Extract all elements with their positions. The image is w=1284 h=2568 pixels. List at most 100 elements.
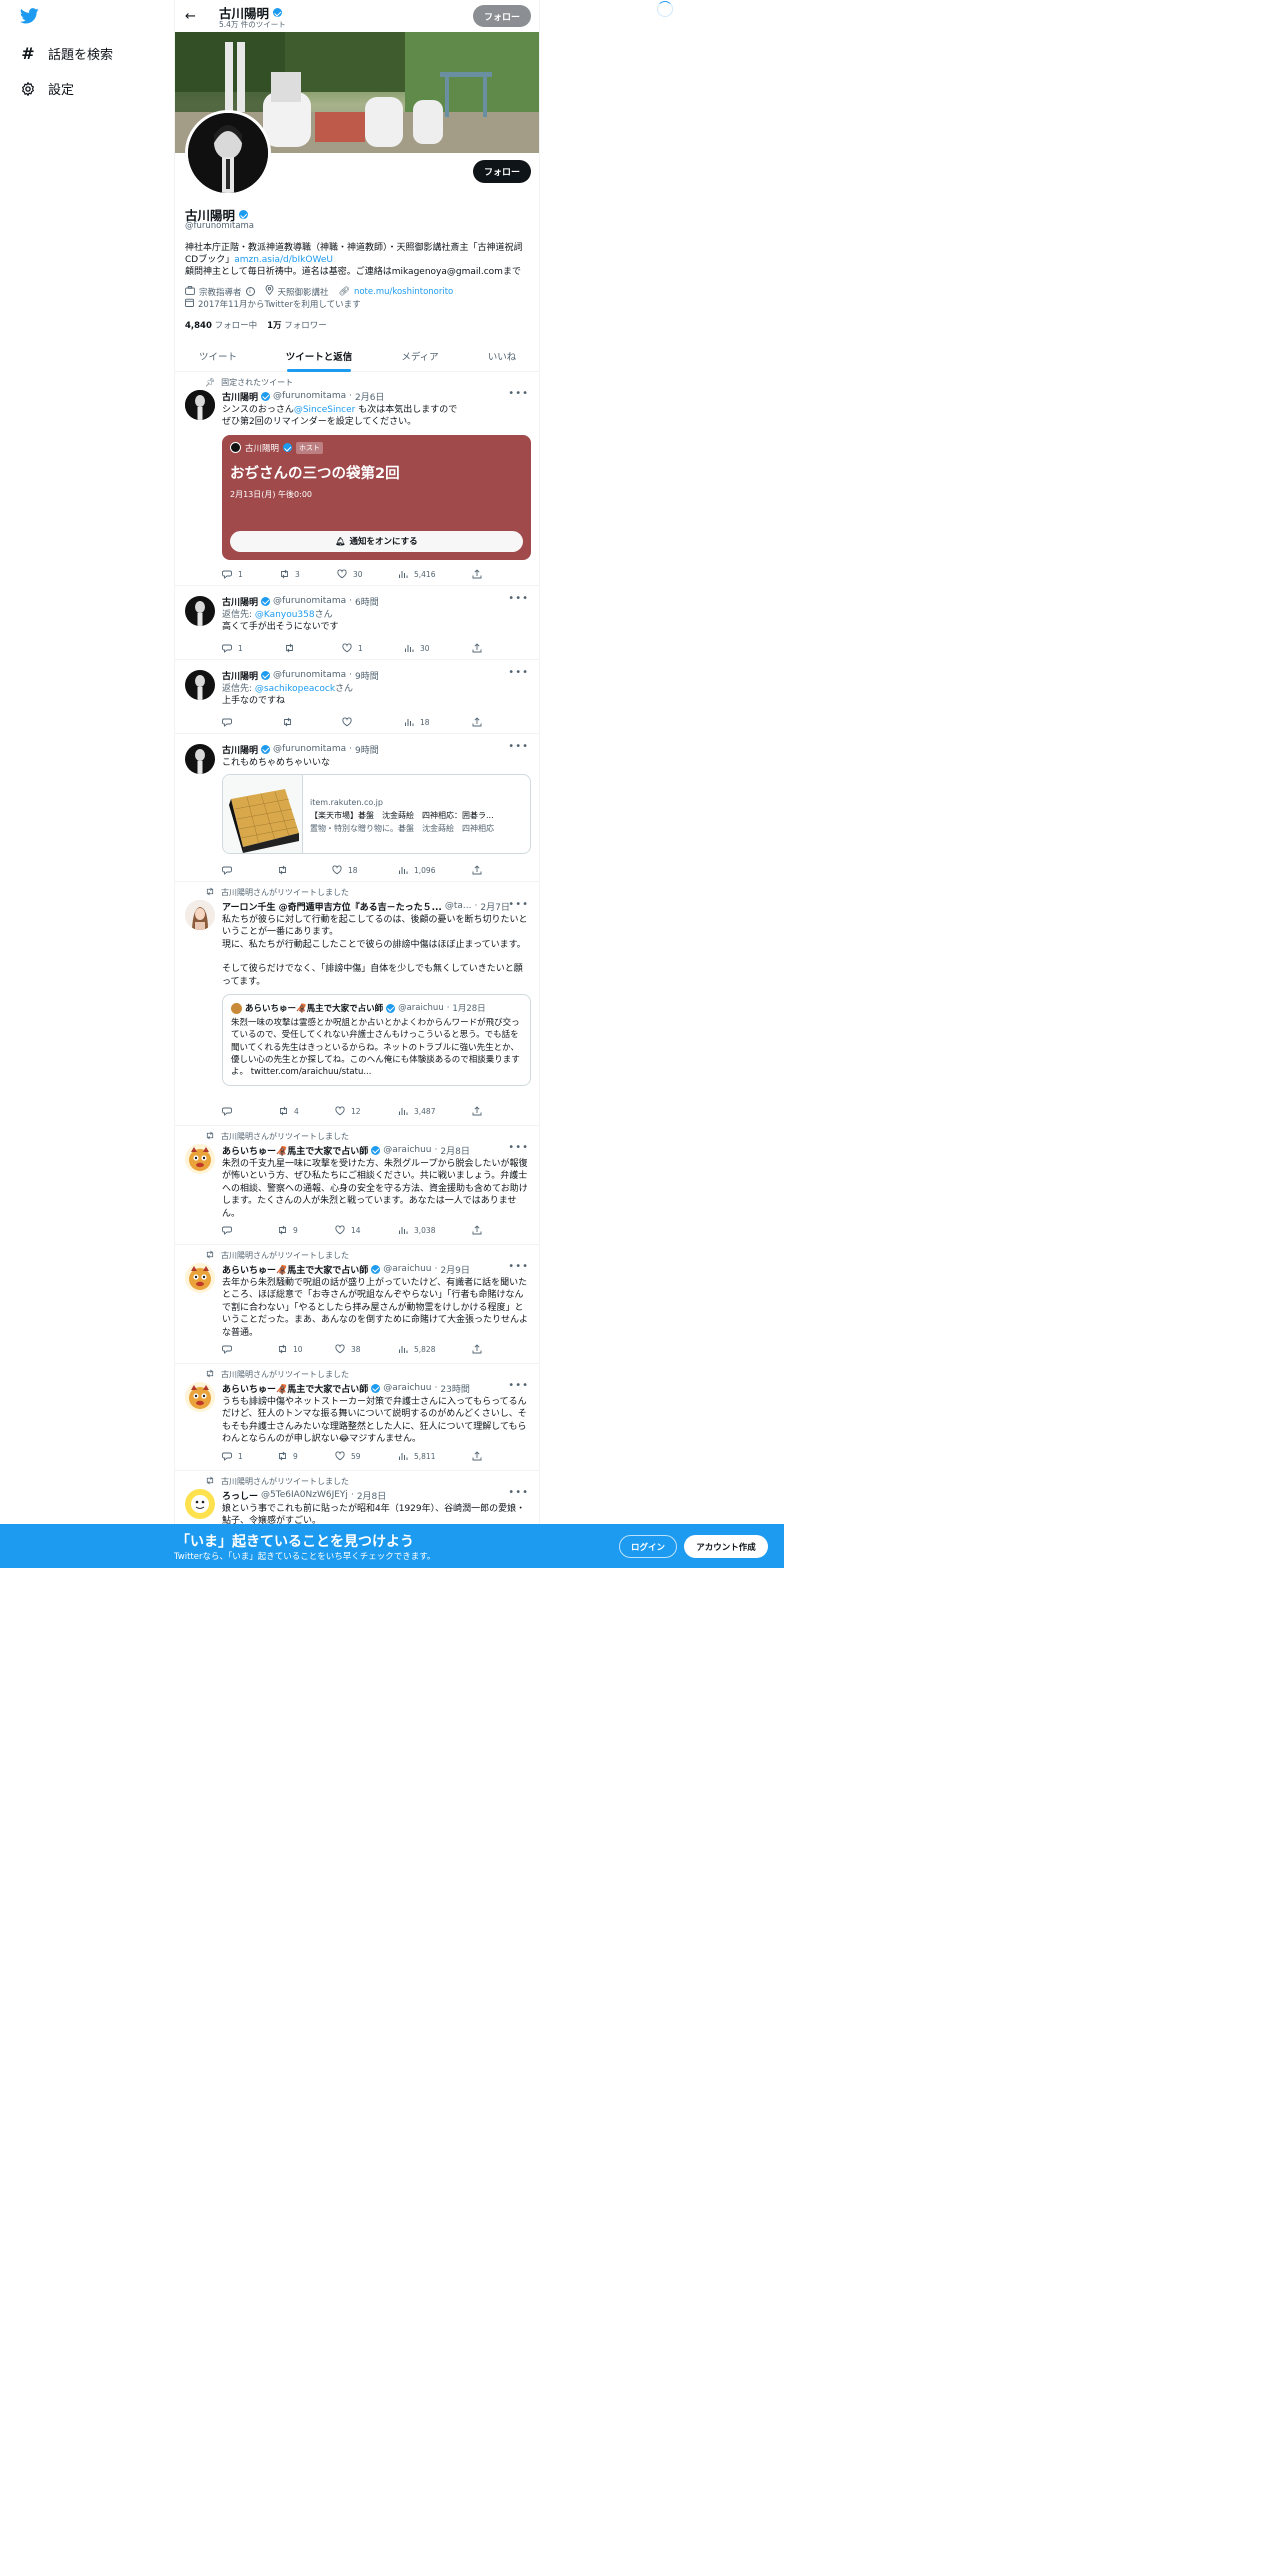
reply-button[interactable] bbox=[222, 717, 238, 727]
author-name[interactable]: 古川陽明 bbox=[222, 743, 258, 756]
author-name[interactable]: あらいちゅー🦧馬主で大家で占い師 bbox=[222, 1144, 368, 1157]
profile-avatar[interactable] bbox=[185, 110, 271, 196]
retweet-button[interactable]: 10 bbox=[277, 1344, 303, 1354]
avatar[interactable] bbox=[185, 900, 215, 930]
spaces-card[interactable]: 古川陽明 ホスト おぢさんの三つの袋第2回 2月13日(月) 午後0:00 🔔︎… bbox=[222, 434, 531, 560]
retweet-button[interactable] bbox=[282, 717, 298, 727]
more-options-icon[interactable]: ••• bbox=[508, 741, 529, 752]
author-handle[interactable]: @araichuu bbox=[383, 1264, 431, 1274]
tweet-time[interactable]: 2月8日 bbox=[357, 1489, 386, 1502]
tweet-time[interactable]: 2月8日 bbox=[440, 1144, 469, 1157]
author-name[interactable]: 古川陽明 bbox=[222, 390, 258, 403]
notify-button[interactable]: 🔔︎ 通知をオンにする bbox=[230, 530, 523, 552]
author-name[interactable]: 古川陽明 bbox=[222, 669, 258, 682]
tweet-retweet[interactable]: 古川陽明さんがリツイートしました あらいちゅー🦧馬主で大家で占い師 @araic… bbox=[175, 1364, 539, 1471]
author-handle[interactable]: @araichuu bbox=[383, 1145, 431, 1155]
tweet-time[interactable]: 9時間 bbox=[355, 669, 379, 682]
author-handle[interactable]: @furunomitama bbox=[273, 744, 346, 754]
author-name[interactable]: アーロン千生 @奇門遁甲吉方位『ある吉－たった５... bbox=[222, 900, 442, 913]
like-button[interactable] bbox=[342, 717, 358, 727]
author-name[interactable]: 古川陽明 bbox=[222, 595, 258, 608]
reply-button[interactable] bbox=[222, 865, 238, 875]
more-options-icon[interactable]: ••• bbox=[508, 1380, 529, 1391]
author-name[interactable]: あらいちゅー🦧馬主で大家で占い師 bbox=[222, 1263, 368, 1276]
quote-tweet[interactable]: あらいちゅー🦧馬主で大家で占い師 @araichuu · 1月28日 朱烈一味の… bbox=[222, 994, 531, 1087]
avatar[interactable] bbox=[185, 390, 215, 420]
reply-button[interactable] bbox=[222, 1344, 238, 1354]
share-button[interactable] bbox=[472, 1106, 482, 1116]
avatar[interactable] bbox=[185, 1144, 215, 1174]
quote-author-name[interactable]: あらいちゅー🦧馬主で大家で占い師 bbox=[245, 1002, 383, 1014]
signup-button[interactable]: アカウント作成 bbox=[684, 1535, 768, 1558]
views-button[interactable]: 1,096 bbox=[398, 865, 435, 875]
views-button[interactable]: 3,487 bbox=[398, 1106, 435, 1116]
share-button[interactable] bbox=[472, 1451, 482, 1461]
more-options-icon[interactable]: ••• bbox=[508, 1261, 529, 1272]
avatar[interactable] bbox=[185, 1489, 215, 1519]
nav-settings[interactable]: 設定 bbox=[20, 79, 74, 98]
reply-button[interactable]: 1 bbox=[222, 569, 243, 579]
more-options-icon[interactable]: ••• bbox=[508, 667, 529, 678]
tweet-time[interactable]: 23時間 bbox=[440, 1382, 469, 1395]
more-options-icon[interactable]: ••• bbox=[508, 899, 529, 910]
tweet[interactable]: 古川陽明 @furunomitama · 9時間 これもめちゃめちゃいいな it… bbox=[175, 734, 539, 882]
share-button[interactable] bbox=[472, 717, 482, 727]
author-handle[interactable]: @furunomitama bbox=[273, 391, 346, 401]
tweet[interactable]: 古川陽明 @furunomitama · 6時間 返信先: @Kanyou358… bbox=[175, 586, 539, 660]
tab-tweets[interactable]: ツイート bbox=[175, 340, 261, 372]
tab-media[interactable]: メディア bbox=[377, 340, 463, 372]
more-options-icon[interactable]: ••• bbox=[508, 1142, 529, 1153]
avatar[interactable] bbox=[185, 744, 215, 774]
like-button[interactable]: 38 bbox=[335, 1344, 361, 1354]
retweet-button[interactable]: 9 bbox=[277, 1225, 298, 1235]
like-button[interactable]: 18 bbox=[332, 865, 358, 875]
tweet-retweet[interactable]: 古川陽明さんがリツイートしました あらいちゅー🦧馬主で大家で占い師 @araic… bbox=[175, 1245, 539, 1364]
tweet-time[interactable]: 9時間 bbox=[355, 743, 379, 756]
back-arrow-icon[interactable]: ← bbox=[185, 9, 196, 24]
retweet-button[interactable]: 4 bbox=[278, 1106, 299, 1116]
tweet-time[interactable]: 6時間 bbox=[355, 595, 379, 608]
author-handle[interactable]: @furunomitama bbox=[273, 670, 346, 680]
retweet-button[interactable]: 9 bbox=[277, 1451, 298, 1461]
tweet[interactable]: 古川陽明 @furunomitama · 9時間 返信先: @sachikope… bbox=[175, 660, 539, 734]
reply-button[interactable] bbox=[222, 1106, 238, 1116]
share-button[interactable] bbox=[472, 569, 482, 579]
views-button[interactable]: 5,828 bbox=[398, 1344, 435, 1354]
views-button[interactable]: 5,416 bbox=[398, 569, 435, 579]
tweet-pinned[interactable]: 📌︎ 固定されたツイート 古川陽明 @furunomitama · 2月6日 シ… bbox=[175, 372, 539, 586]
reply-button[interactable]: 1 bbox=[222, 643, 243, 653]
tweet-time[interactable]: 2月6日 bbox=[355, 390, 384, 403]
avatar[interactable] bbox=[185, 670, 215, 700]
like-button[interactable]: 14 bbox=[335, 1225, 361, 1235]
like-button[interactable]: 12 bbox=[335, 1106, 361, 1116]
tab-tweets-and-replies[interactable]: ツイートと返信 bbox=[261, 340, 377, 372]
views-button[interactable]: 18 bbox=[404, 717, 430, 727]
followers-stat[interactable]: 1万 フォロワー bbox=[267, 319, 327, 331]
header-follow-button[interactable]: フォロー bbox=[473, 5, 531, 27]
follow-button[interactable]: フォロー bbox=[473, 160, 531, 183]
like-button[interactable]: 1 bbox=[342, 643, 363, 653]
views-button[interactable]: 5,811 bbox=[398, 1451, 435, 1461]
reply-to-link[interactable]: @sachikopeacock bbox=[255, 684, 335, 694]
mention-link[interactable]: @SinceSincer bbox=[294, 405, 356, 415]
retweet-button[interactable]: 3 bbox=[279, 569, 300, 579]
avatar[interactable] bbox=[185, 596, 215, 626]
reply-button[interactable]: 1 bbox=[222, 1451, 243, 1461]
like-button[interactable]: 30 bbox=[337, 569, 363, 579]
author-handle[interactable]: @ta... bbox=[445, 901, 472, 911]
more-options-icon[interactable]: ••• bbox=[508, 1487, 529, 1498]
tweet-time[interactable]: 2月9日 bbox=[440, 1263, 469, 1276]
reply-button[interactable] bbox=[222, 1225, 238, 1235]
tweet-retweet[interactable]: 古川陽明さんがリツイートしました アーロン千生 @奇門遁甲吉方位『ある吉－たった… bbox=[175, 882, 539, 1126]
twitter-logo-icon[interactable] bbox=[19, 8, 39, 28]
share-button[interactable] bbox=[472, 1225, 482, 1235]
author-handle[interactable]: @furunomitama bbox=[273, 596, 346, 606]
link-card[interactable]: item.rakuten.co.jp 【楽天市場】碁盤 沈金蒔絵 四神相応：囲碁… bbox=[222, 774, 531, 855]
retweet-button[interactable] bbox=[284, 643, 300, 653]
website-link[interactable]: note.mu/koshintonorito bbox=[354, 287, 453, 297]
more-options-icon[interactable]: ••• bbox=[508, 593, 529, 604]
share-button[interactable] bbox=[472, 643, 482, 653]
author-name[interactable]: ろっしー bbox=[222, 1489, 258, 1502]
views-button[interactable]: 3,038 bbox=[398, 1225, 435, 1235]
share-button[interactable] bbox=[472, 1344, 482, 1354]
